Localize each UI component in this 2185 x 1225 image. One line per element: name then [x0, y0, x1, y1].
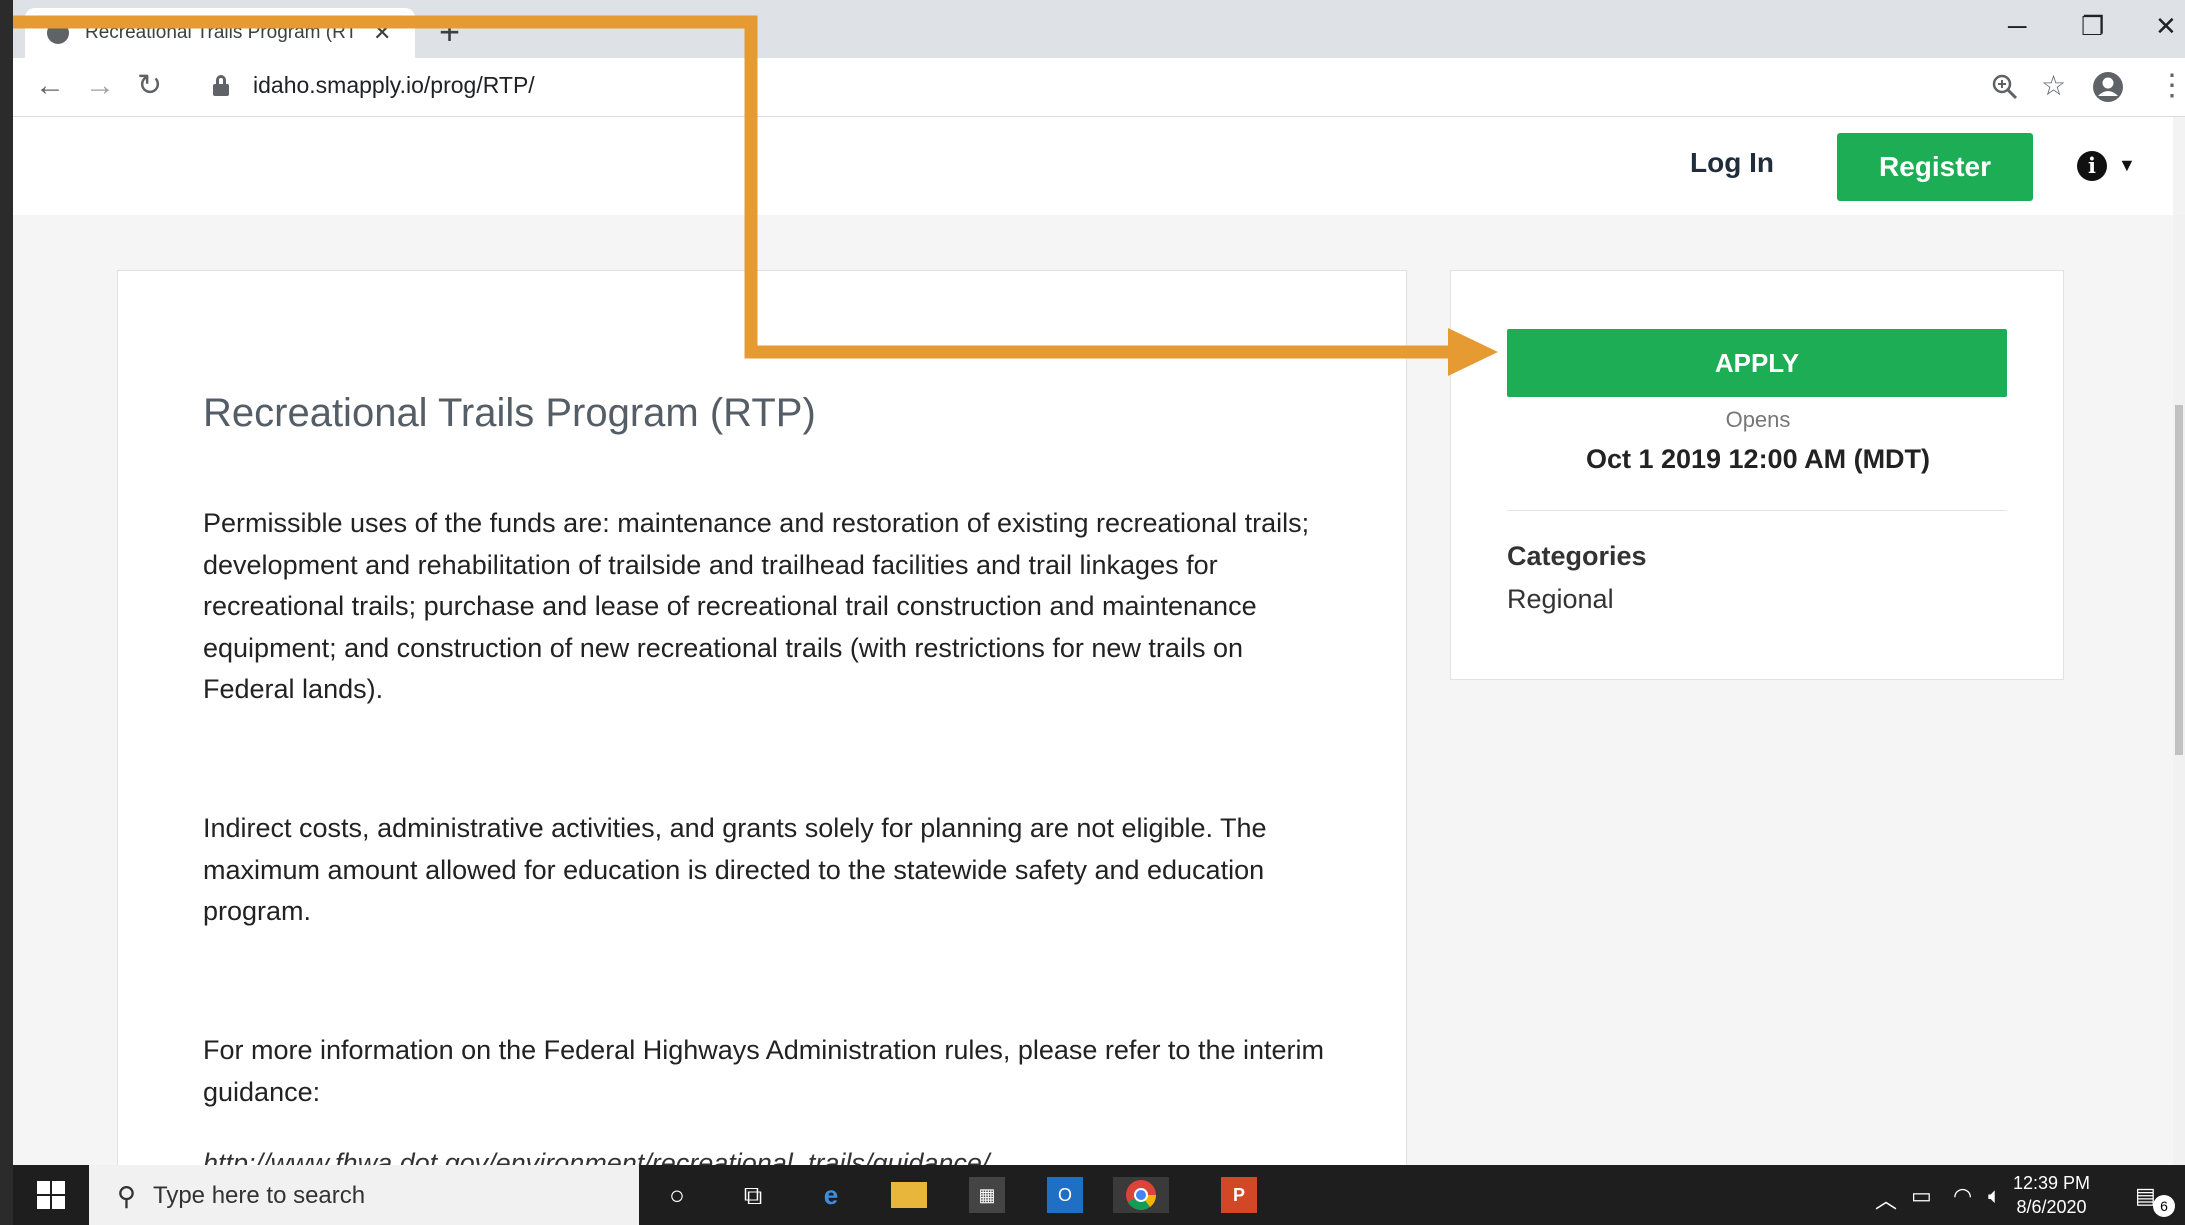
annotation-arrow: [13, 15, 1498, 376]
slide-frame: Recreational Trails Program (RTP) ✕ + ─ …: [13, 0, 2185, 1225]
